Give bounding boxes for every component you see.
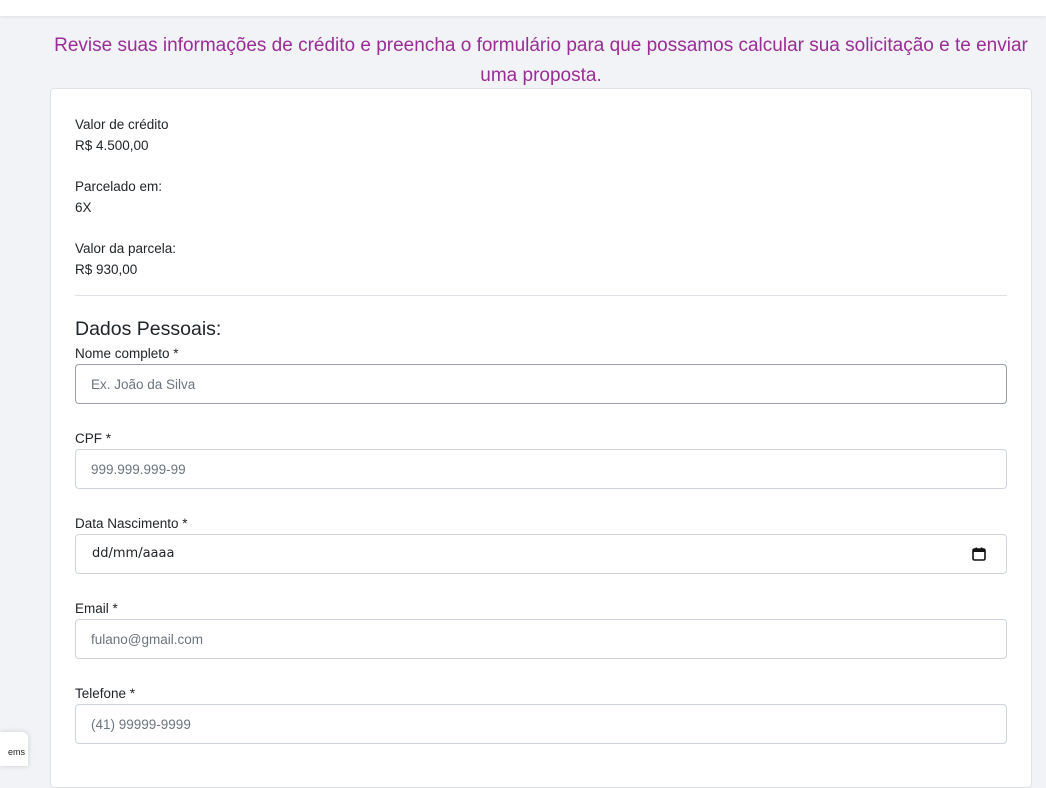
installments-label: Parcelado em: <box>75 179 163 194</box>
installment-value: R$ 930,00 <box>75 262 138 277</box>
intro-text: Revise suas informações de crédito e pre… <box>54 35 1028 86</box>
top-bar <box>0 0 1046 16</box>
birth-date-input[interactable]: dd/mm/aaaa <box>75 534 1007 574</box>
divider <box>75 295 1007 296</box>
credit-value-label: Valor de crédito <box>75 117 169 132</box>
name-input[interactable] <box>75 364 1007 404</box>
credit-value: R$ 4.500,00 <box>75 138 149 153</box>
personal-data-title: Dados Pessoais: <box>75 318 222 340</box>
cpf-label: CPF * <box>75 431 112 446</box>
cpf-input[interactable] <box>75 449 1007 489</box>
widget-label: ems <box>7 747 25 757</box>
floating-widget[interactable]: ems <box>0 732 28 766</box>
installment-value-label: Valor da parcela: <box>75 241 177 256</box>
phone-input[interactable] <box>75 704 1007 744</box>
email-input[interactable] <box>75 619 1007 659</box>
birth-date-placeholder: dd/mm/aaaa <box>92 546 175 561</box>
credit-form-card: Valor de crédito R$ 4.500,00 Parcelado e… <box>50 88 1032 788</box>
phone-label: Telefone * <box>75 686 136 701</box>
email-label: Email * <box>75 601 118 616</box>
installments-value: 6X <box>75 200 92 215</box>
calendar-icon[interactable] <box>972 547 986 561</box>
birth-date-label: Data Nascimento * <box>75 516 188 531</box>
name-label: Nome completo * <box>75 346 179 361</box>
